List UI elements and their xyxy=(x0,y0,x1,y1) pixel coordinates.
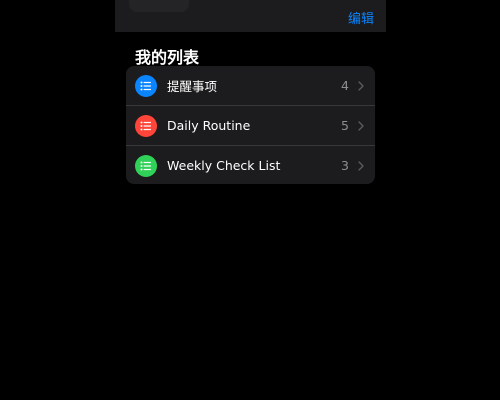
list-item-label: Daily Routine xyxy=(167,118,251,133)
list-item-reminders[interactable]: 提醒事项 4 xyxy=(126,66,375,105)
chevron-right-icon xyxy=(355,160,367,172)
list-item-count: 4 xyxy=(341,78,349,93)
navigation-bar: 编辑 xyxy=(115,0,386,32)
list-item-count: 3 xyxy=(341,158,349,173)
list-item-label: Weekly Check List xyxy=(167,158,281,173)
phone-screen: 编辑 我的列表 提醒事项 4 Daily Routine 5 Weekly Ch… xyxy=(115,0,386,400)
list-bullet-icon xyxy=(135,114,157,137)
list-bullet-icon xyxy=(135,74,157,97)
chevron-right-icon xyxy=(355,120,367,132)
list-bullet-icon xyxy=(135,154,157,177)
list-item-weekly-check-list[interactable]: Weekly Check List 3 xyxy=(126,145,375,184)
list-item-daily-routine[interactable]: Daily Routine 5 xyxy=(126,105,375,145)
chevron-right-icon xyxy=(355,80,367,92)
list-item-count: 5 xyxy=(341,118,349,133)
blurred-header-area xyxy=(129,0,189,12)
list-item-label: 提醒事项 xyxy=(167,79,218,94)
my-lists-card: 提醒事项 4 Daily Routine 5 Weekly Check List… xyxy=(126,66,375,184)
section-title: 我的列表 xyxy=(135,48,200,67)
edit-button[interactable]: 编辑 xyxy=(348,8,374,27)
